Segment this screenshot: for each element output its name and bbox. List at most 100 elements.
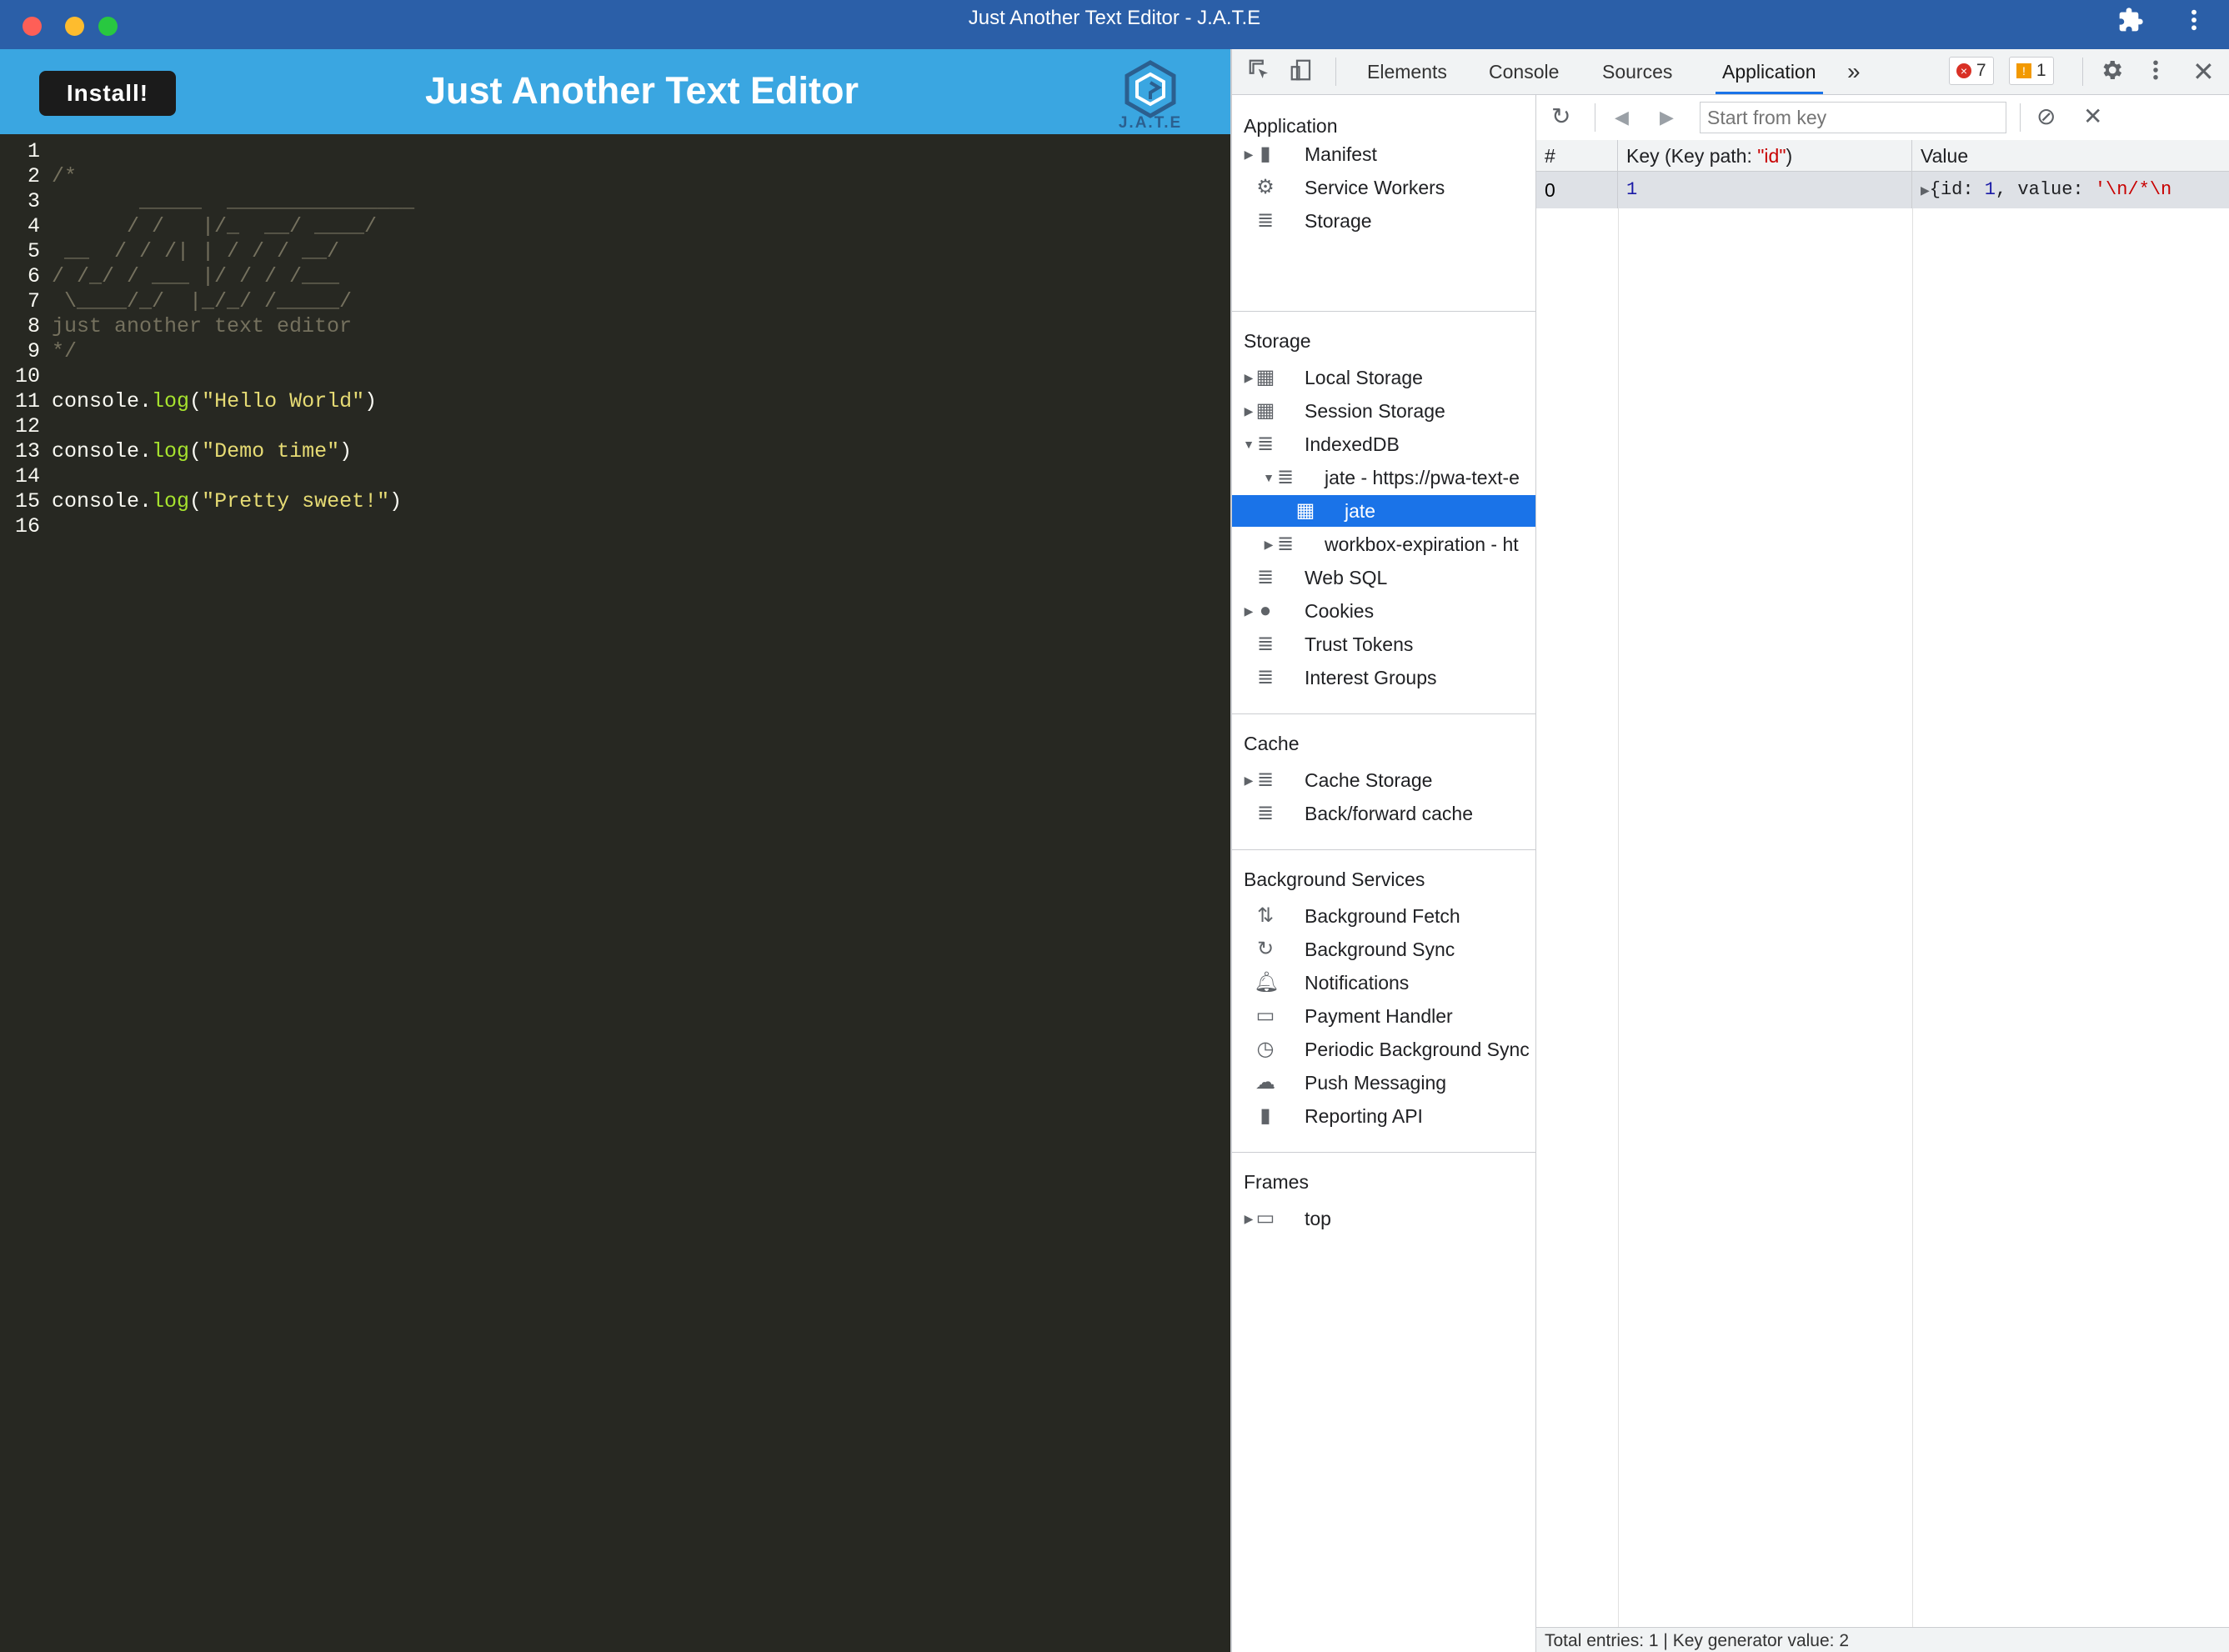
sidebar-item-trust-tokens[interactable]: ≣ Trust Tokens xyxy=(1232,628,1535,660)
line-code: \____/_/ |_/_/ /_____/ xyxy=(52,289,353,313)
column-value-header[interactable]: Value xyxy=(1912,140,2229,172)
line-code: /* xyxy=(52,164,78,188)
code-line[interactable]: 4 / / |/_ __/ ____/ xyxy=(0,214,1230,239)
sidebar-item-payment-handler[interactable]: ▭ Payment Handler xyxy=(1232,1000,1535,1032)
app-title: Just Another Text Editor xyxy=(424,69,859,112)
line-number: 4 xyxy=(27,214,40,238)
line-number: 13 xyxy=(14,439,40,463)
code-line[interactable]: 2 /* xyxy=(0,164,1230,189)
settings-gear-icon[interactable] xyxy=(2099,58,2124,88)
code-line[interactable]: 5 __ / / /| | / / / __/ xyxy=(0,239,1230,264)
code-line[interactable]: 10 xyxy=(0,364,1230,389)
code-line[interactable]: 7 \____/_/ |_/_/ /_____/ xyxy=(0,289,1230,314)
tab-console[interactable]: Console xyxy=(1489,49,1559,94)
sidebar-item-interest-groups[interactable]: ≣ Interest Groups xyxy=(1232,662,1535,693)
line-number: 11 xyxy=(14,389,40,413)
sidebar-item-push-messaging[interactable]: ☁ Push Messaging xyxy=(1232,1067,1535,1099)
code-line[interactable]: 8 just another text editor xyxy=(0,314,1230,339)
sidebar-item-cookies[interactable]: ▶ ● Cookies xyxy=(1232,595,1535,627)
section-storage: Storage xyxy=(1244,330,1311,352)
code-line[interactable]: 13 console.log("Demo time") xyxy=(0,439,1230,464)
section-application: Application xyxy=(1244,115,1338,137)
warning-icon: ! xyxy=(2016,63,2031,79)
device-toolbar-icon[interactable] xyxy=(1289,58,1314,88)
sidebar-item-cache-storage[interactable]: ▶ ≣ Cache Storage xyxy=(1232,764,1535,796)
row-value-cell[interactable]: ▶{id: 1, value: '\n/*\n xyxy=(1912,172,2229,208)
database-icon: ≣ xyxy=(1256,768,1275,791)
next-page-icon[interactable]: ▶ xyxy=(1660,107,1674,128)
database-icon: ≣ xyxy=(1256,802,1275,824)
expand-value-icon[interactable]: ▶ xyxy=(1921,185,1930,198)
code-line[interactable]: 3 _____ _______________ xyxy=(0,189,1230,214)
code-token: log xyxy=(152,489,190,513)
row-index-cell[interactable]: 0 xyxy=(1536,172,1618,208)
sidebar-item-back-forward-cache[interactable]: ≣ Back/forward cache xyxy=(1232,798,1535,829)
previous-page-icon[interactable]: ◀ xyxy=(1615,107,1629,128)
code-line[interactable]: 16 xyxy=(0,514,1230,539)
sync-icon: ↻ xyxy=(1256,938,1275,960)
column-index-header[interactable]: # xyxy=(1536,140,1618,172)
sidebar-item-session-storage[interactable]: ▶ ▦ Session Storage xyxy=(1232,395,1535,427)
tab-application[interactable]: Application xyxy=(1716,49,1823,94)
code-token: ( xyxy=(189,489,203,513)
key-path-value: "id" xyxy=(1757,145,1786,167)
start-from-key-input[interactable] xyxy=(1700,102,2006,133)
sidebar-item-periodic-background-sync[interactable]: ◷ Periodic Background Sync xyxy=(1232,1034,1535,1065)
sidebar-item-notifications[interactable]: 🔔︎ Notifications xyxy=(1232,967,1535,999)
sidebar-item-indexeddb[interactable]: ▼ ≣ IndexedDB xyxy=(1232,428,1535,460)
extensions-puzzle-icon[interactable] xyxy=(2117,7,2144,40)
code-token: "Demo time" xyxy=(202,439,340,463)
clear-object-store-icon[interactable]: ⊘ xyxy=(2036,103,2056,130)
sidebar-item-service-workers[interactable]: ⚙ Service Workers xyxy=(1232,172,1535,203)
code-token: console. xyxy=(52,389,153,413)
sidebar-item-jate-store[interactable]: ▦ jate xyxy=(1232,495,1535,527)
sidebar-item-manifest[interactable]: ▶ ▮ Manifest xyxy=(1232,138,1535,170)
line-code: / /_/ / ___ |/ / / /___ xyxy=(52,264,340,288)
code-token: ) xyxy=(389,489,403,513)
cookie-icon: ● xyxy=(1259,599,1272,622)
sidebar-item-frame-top[interactable]: ▶ ▭ top xyxy=(1232,1203,1535,1234)
line-code: */ xyxy=(52,339,78,363)
database-icon: ≣ xyxy=(1256,666,1275,688)
code-line[interactable]: 15 console.log("Pretty sweet!") xyxy=(0,489,1230,514)
sidebar-item-background-sync[interactable]: ↻ Background Sync xyxy=(1232,934,1535,965)
code-line[interactable]: 6 / /_/ / ___ |/ / / /___ xyxy=(0,264,1230,289)
devtools-panel: Elements Console Sources Application » ×… xyxy=(1230,49,2229,1652)
sidebar-item-storage-overview[interactable]: ≣ Storage xyxy=(1232,205,1535,237)
code-line[interactable]: 14 xyxy=(0,464,1230,489)
errors-count: 7 xyxy=(1976,61,1986,80)
database-icon: ≣ xyxy=(1256,633,1275,655)
more-vert-icon[interactable] xyxy=(2186,7,2202,40)
more-tabs-icon[interactable]: » xyxy=(1847,49,1861,94)
line-number: 8 xyxy=(27,314,40,338)
line-number: 10 xyxy=(14,364,40,388)
row-key-cell[interactable]: 1 xyxy=(1618,172,1912,208)
sidebar-item-reporting-api[interactable]: ▮ Reporting API xyxy=(1232,1100,1535,1132)
tab-sources[interactable]: Sources xyxy=(1602,49,1672,94)
delete-selected-icon[interactable]: ✕ xyxy=(2083,103,2102,130)
line-number: 3 xyxy=(27,189,40,213)
inspect-element-icon[interactable] xyxy=(1247,58,1272,88)
code-line[interactable]: 1 xyxy=(0,139,1230,164)
code-line[interactable]: 12 xyxy=(0,414,1230,439)
code-line[interactable]: 11 console.log("Hello World") xyxy=(0,389,1230,414)
sidebar-item-jate-db[interactable]: ▼ ≣ jate - https://pwa-text-e xyxy=(1232,462,1535,493)
logo-text: J.A.T.E xyxy=(1118,114,1183,132)
code-token: log xyxy=(152,389,190,413)
sidebar-item-background-fetch[interactable]: ⇅ Background Fetch xyxy=(1232,900,1535,932)
code-line[interactable]: 9 */ xyxy=(0,339,1230,364)
sidebar-item-workbox-expiration[interactable]: ▶ ≣ workbox-expiration - ht xyxy=(1232,528,1535,560)
column-key-header[interactable]: Key (Key path: "id") xyxy=(1618,140,1912,172)
sidebar-item-local-storage[interactable]: ▶ ▦ Local Storage xyxy=(1232,362,1535,393)
sidebar-item-web-sql[interactable]: ≣ Web SQL xyxy=(1232,562,1535,593)
errors-badge[interactable]: × 7 xyxy=(1949,57,1994,85)
code-editor[interactable]: 1 2/* 3 _____ _______________ 4 / / |/_ __/… xyxy=(0,139,1230,539)
close-devtools-icon[interactable]: ✕ xyxy=(2192,56,2215,88)
app-header: Install! Just Another Text Editor J.A.T.… xyxy=(0,49,1230,134)
warnings-badge[interactable]: ! 1 xyxy=(2009,57,2054,85)
database-icon: ≣ xyxy=(1256,566,1275,588)
refresh-icon[interactable]: ↻ xyxy=(1551,103,1570,130)
devtools-more-icon[interactable] xyxy=(2151,58,2161,88)
tab-elements[interactable]: Elements xyxy=(1367,49,1447,94)
section-cache: Cache xyxy=(1244,733,1300,754)
